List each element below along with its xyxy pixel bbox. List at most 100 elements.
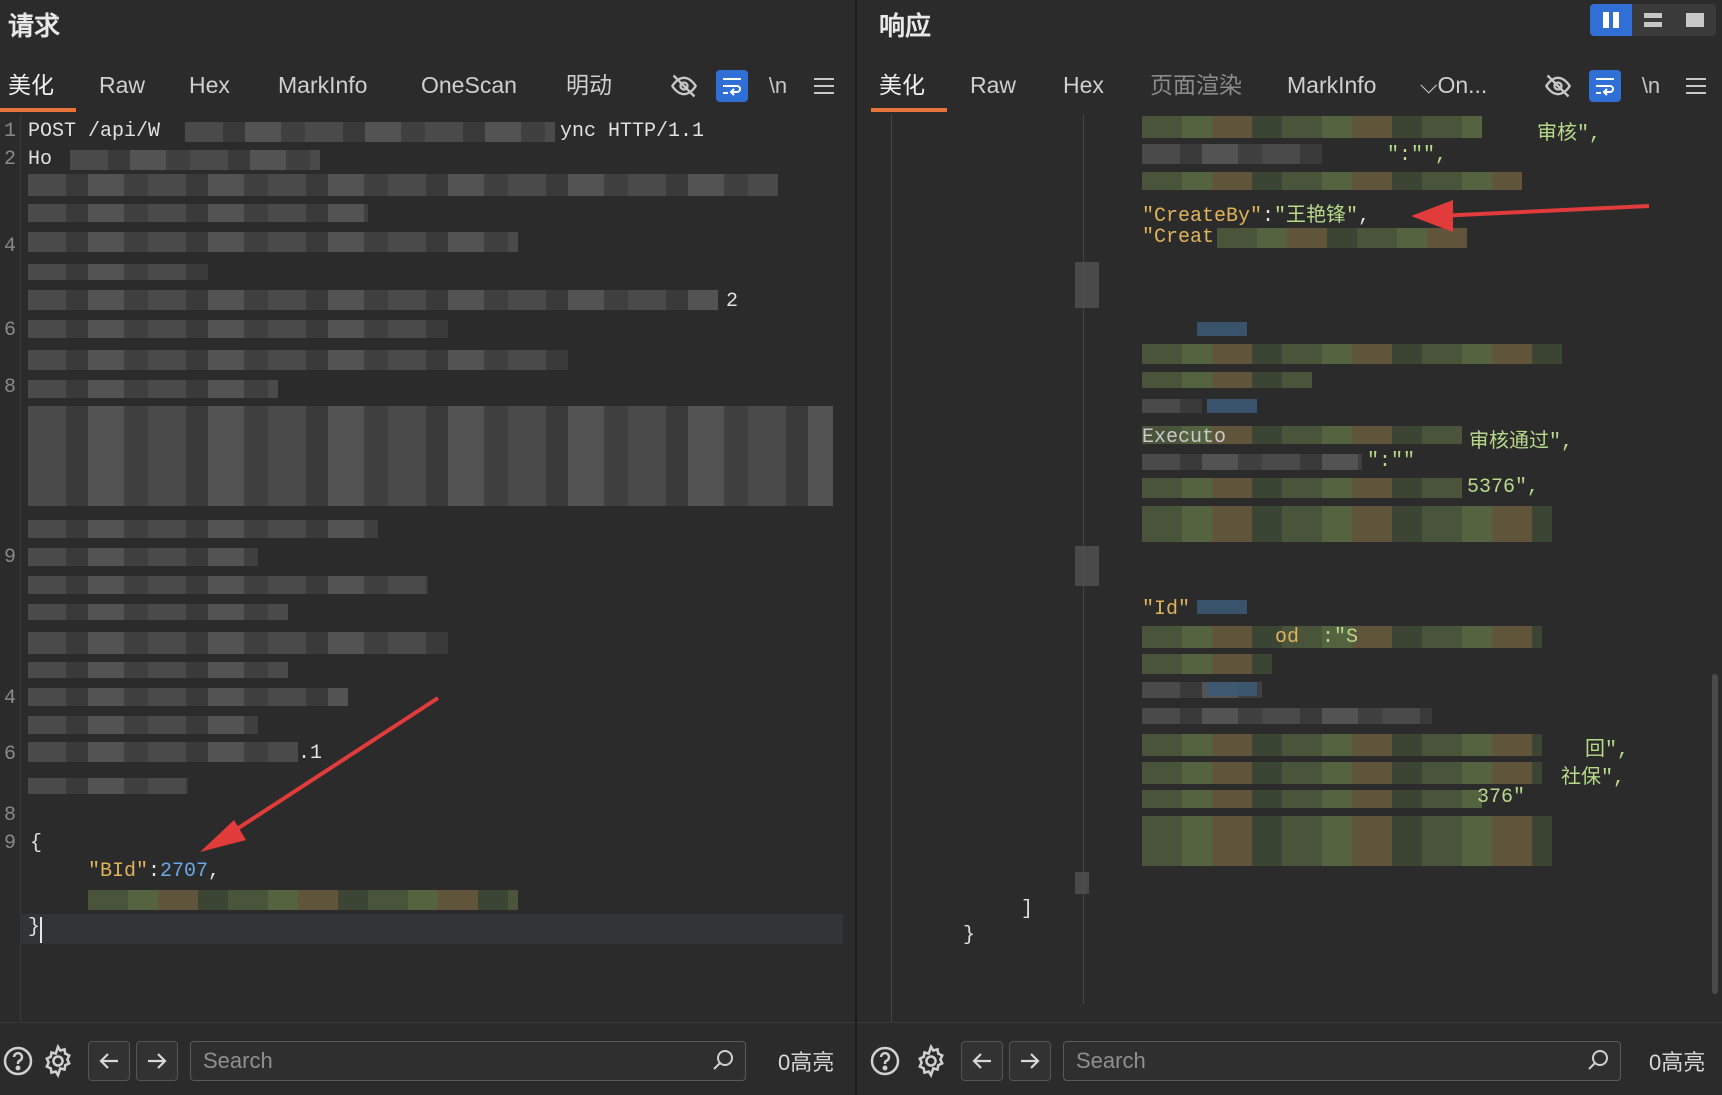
redacted-block	[88, 890, 518, 910]
redacted-block	[1142, 454, 1362, 470]
tab-onescan[interactable]: ⌵On...	[1420, 62, 1487, 112]
line-number: 6	[3, 743, 16, 766]
line-number: 1	[3, 120, 16, 143]
redacted-block	[1142, 762, 1542, 784]
redacted-block	[28, 406, 833, 506]
redacted-block	[1142, 654, 1272, 674]
eye-slash-icon[interactable]	[668, 70, 700, 102]
text-caret	[40, 917, 42, 943]
redacted-block	[1197, 322, 1247, 336]
tab-raw[interactable]: Raw	[99, 62, 145, 112]
redacted-block	[1075, 546, 1099, 586]
gear-icon[interactable]	[40, 1043, 76, 1079]
current-line-highlight	[20, 914, 843, 944]
tab-markinfo[interactable]: MarkInfo	[278, 62, 367, 112]
eye-slash-icon[interactable]	[1542, 70, 1574, 102]
request-search[interactable]	[190, 1041, 746, 1081]
tab-beautify[interactable]: 美化	[0, 62, 76, 112]
redacted-block	[28, 264, 208, 280]
line-number: 8	[3, 804, 16, 827]
help-icon[interactable]	[0, 1043, 36, 1079]
request-editor[interactable]: 1 2 4 6 8 9 4 6 8 9 POST /api/W ync HTTP…	[0, 114, 855, 1022]
gear-icon[interactable]	[913, 1043, 949, 1079]
hamburger-icon[interactable]	[808, 70, 840, 102]
tab-hex[interactable]: Hex	[189, 62, 230, 112]
response-search-input[interactable]	[1074, 1046, 1551, 1076]
scrollbar[interactable]	[1712, 674, 1718, 994]
redacted-block	[185, 122, 555, 142]
response-line-2: ":"",	[1387, 144, 1448, 167]
code-line-5-tail: 2	[726, 290, 739, 313]
search-icon[interactable]	[711, 1048, 735, 1077]
line-number: 4	[3, 235, 16, 258]
redacted-block	[28, 716, 258, 734]
wrap-icon[interactable]	[716, 70, 748, 102]
chevron-down-icon: ⌵	[1420, 72, 1438, 98]
redacted-block	[1142, 734, 1542, 756]
response-editor[interactable]: 审核", ":"", "CreateBy":"王艳锋", "Creat Exec…	[857, 114, 1722, 1022]
tab-raw[interactable]: Raw	[970, 62, 1016, 112]
redacted-block	[28, 204, 368, 222]
hamburger-icon[interactable]	[1680, 70, 1712, 102]
redacted-block	[1142, 506, 1552, 542]
response-bottom-bar: 0高亮	[857, 1022, 1722, 1095]
redacted-block	[28, 742, 298, 762]
redacted-block	[28, 174, 778, 196]
tab-beautify[interactable]: 美化	[871, 62, 947, 112]
request-search-input[interactable]	[201, 1046, 676, 1076]
redacted-block	[1142, 708, 1432, 724]
redacted-block	[1142, 172, 1522, 190]
columns-icon[interactable]	[1590, 4, 1632, 36]
bid-comma: ,	[208, 860, 221, 883]
redacted-block	[28, 662, 288, 678]
response-line-4: "Creat	[1142, 226, 1215, 249]
line-number: 9	[3, 832, 16, 855]
newline-toggle[interactable]: \n	[1635, 70, 1667, 102]
code-line-1: POST /api/W	[28, 120, 161, 143]
next-button[interactable]	[1009, 1041, 1051, 1081]
redacted-block	[28, 604, 288, 620]
create-by-sep: :	[1262, 205, 1275, 228]
indent-guide	[891, 114, 892, 1022]
tab-page-render[interactable]: 页面渲染	[1150, 62, 1242, 112]
redacted-block	[28, 232, 518, 252]
create-by-line: "CreateBy":"王艳锋",	[1142, 198, 1370, 228]
bid-key: "BId"	[88, 860, 149, 883]
redacted-block	[28, 688, 348, 706]
search-icon[interactable]	[1586, 1048, 1610, 1077]
redacted-block	[1142, 116, 1482, 138]
newline-toggle[interactable]: \n	[762, 70, 794, 102]
code-line-1-tail: ync HTTP/1.1	[560, 120, 705, 143]
bid-colon: :	[148, 860, 161, 883]
redacted-block	[28, 548, 258, 566]
redacted-block	[1142, 344, 1562, 364]
redacted-block	[1075, 872, 1089, 894]
tab-onescan[interactable]: OneScan	[421, 62, 517, 112]
wrap-icon[interactable]	[1589, 70, 1621, 102]
create-by-key: "CreateBy"	[1142, 205, 1263, 228]
redacted-block	[1207, 399, 1257, 413]
response-search[interactable]	[1063, 1041, 1621, 1081]
line-number: 4	[3, 687, 16, 710]
line-number: 8	[3, 376, 16, 399]
redacted-block	[1217, 228, 1467, 248]
rows-icon[interactable]	[1632, 4, 1674, 36]
redacted-block	[1197, 600, 1247, 614]
tab-mingdong[interactable]: 明动	[566, 62, 612, 112]
help-icon[interactable]	[867, 1043, 903, 1079]
code-line-2: Ho	[28, 148, 53, 171]
single-icon[interactable]	[1674, 4, 1716, 36]
response-od-tail: :"S	[1322, 626, 1359, 649]
bid-value: 2707	[160, 860, 209, 883]
json-close-brace: }	[28, 916, 41, 939]
view-mode-switch	[1590, 4, 1716, 36]
prev-button[interactable]	[88, 1041, 130, 1081]
response-bao: 社保",	[1561, 767, 1626, 790]
response-id: "Id"	[1142, 598, 1191, 621]
next-button[interactable]	[136, 1041, 178, 1081]
redacted-block	[28, 520, 378, 538]
tab-hex[interactable]: Hex	[1063, 62, 1104, 112]
tab-markinfo[interactable]: MarkInfo	[1287, 62, 1376, 112]
line-number: 9	[3, 546, 16, 569]
prev-button[interactable]	[961, 1041, 1003, 1081]
